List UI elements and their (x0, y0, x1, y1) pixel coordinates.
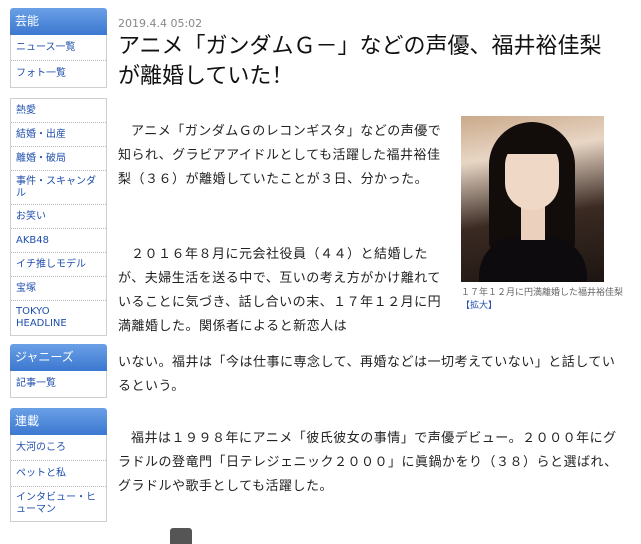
article-photo[interactable] (461, 116, 604, 282)
article-title: アニメ「ガンダムＧ－」などの声優、福井裕佳梨が離婚していた！ (118, 34, 602, 89)
section-header-johnnys[interactable]: ジャニーズ (10, 344, 107, 371)
section-entertainment: ニュース一覧 フォト一覧 (10, 35, 107, 88)
section-johnnys: 記事一覧 (10, 371, 107, 398)
sidebar-item-takarazuka[interactable]: 宝塚 (11, 277, 106, 301)
article-paragraph-2-cont: いない。福井は「今は仕事に専念して、再婚などは一切考えていない」と話しているとい… (118, 355, 616, 394)
sidebar-item-tokyo-headline[interactable]: TOKYO HEADLINE (11, 301, 106, 335)
sidebar-item-johnnys-articles[interactable]: 記事一覧 (11, 371, 106, 397)
sidebar-item-taiga[interactable]: 大河のころ (11, 435, 106, 461)
sidebar-item-divorce[interactable]: 離婚・破局 (11, 147, 106, 171)
sidebar-item-news-list[interactable]: ニュース一覧 (11, 35, 106, 61)
photo-caption: １７年１２月に円満離婚した福井裕佳梨【拡大】 (461, 287, 623, 313)
sidebar-item-pets[interactable]: ペットと私 (11, 461, 106, 487)
enlarge-link[interactable]: 【拡大】 (461, 301, 497, 311)
sidebar-item-models[interactable]: イチ推しモデル (11, 253, 106, 277)
sidebar-item-comedy[interactable]: お笑い (11, 205, 106, 229)
sidebar: 芸能 ニュース一覧 フォト一覧 熱愛 結婚・出産 離婚・破局 事件・スキャンダル… (10, 8, 107, 522)
article-paragraph-3: 福井は１９９８年にアニメ「彼氏彼女の事情」で声優デビュー。２０００年にグラドルの… (118, 431, 618, 494)
section-header-entertainment[interactable]: 芸能 (10, 8, 107, 35)
section-topics: 熱愛 結婚・出産 離婚・破局 事件・スキャンダル お笑い AKB48 イチ推しモ… (10, 98, 107, 336)
photo-caption-text: １７年１２月に円満離婚した福井裕佳梨 (461, 288, 624, 298)
sidebar-item-akb48[interactable]: AKB48 (11, 229, 106, 253)
sidebar-item-photo-list[interactable]: フォト一覧 (11, 61, 106, 87)
sidebar-item-scandal[interactable]: 事件・スキャンダル (11, 171, 106, 205)
article-paragraph-1: アニメ「ガンダムＧのレコンギスタ」などの声優で知られ、グラビアアイドルとしても活… (118, 124, 442, 187)
article-paragraph-2-lead: ２０１６年８月に元会社役員（４４）と結婚したが、夫婦生活を送る中で、互いの考え方… (118, 247, 442, 334)
sidebar-item-marriage[interactable]: 結婚・出産 (11, 123, 106, 147)
sidebar-item-interview[interactable]: インタビュー・ヒューマン (11, 487, 106, 521)
article-date: 2019.4.4 05:02 (118, 17, 203, 30)
share-icon[interactable] (170, 528, 192, 544)
section-header-serial[interactable]: 連載 (10, 408, 107, 435)
sidebar-item-romance[interactable]: 熱愛 (11, 99, 106, 123)
article-photo-figure: １７年１２月に円満離婚した福井裕佳梨【拡大】 (461, 116, 623, 313)
section-serial: 大河のころ ペットと私 インタビュー・ヒューマン (10, 435, 107, 522)
